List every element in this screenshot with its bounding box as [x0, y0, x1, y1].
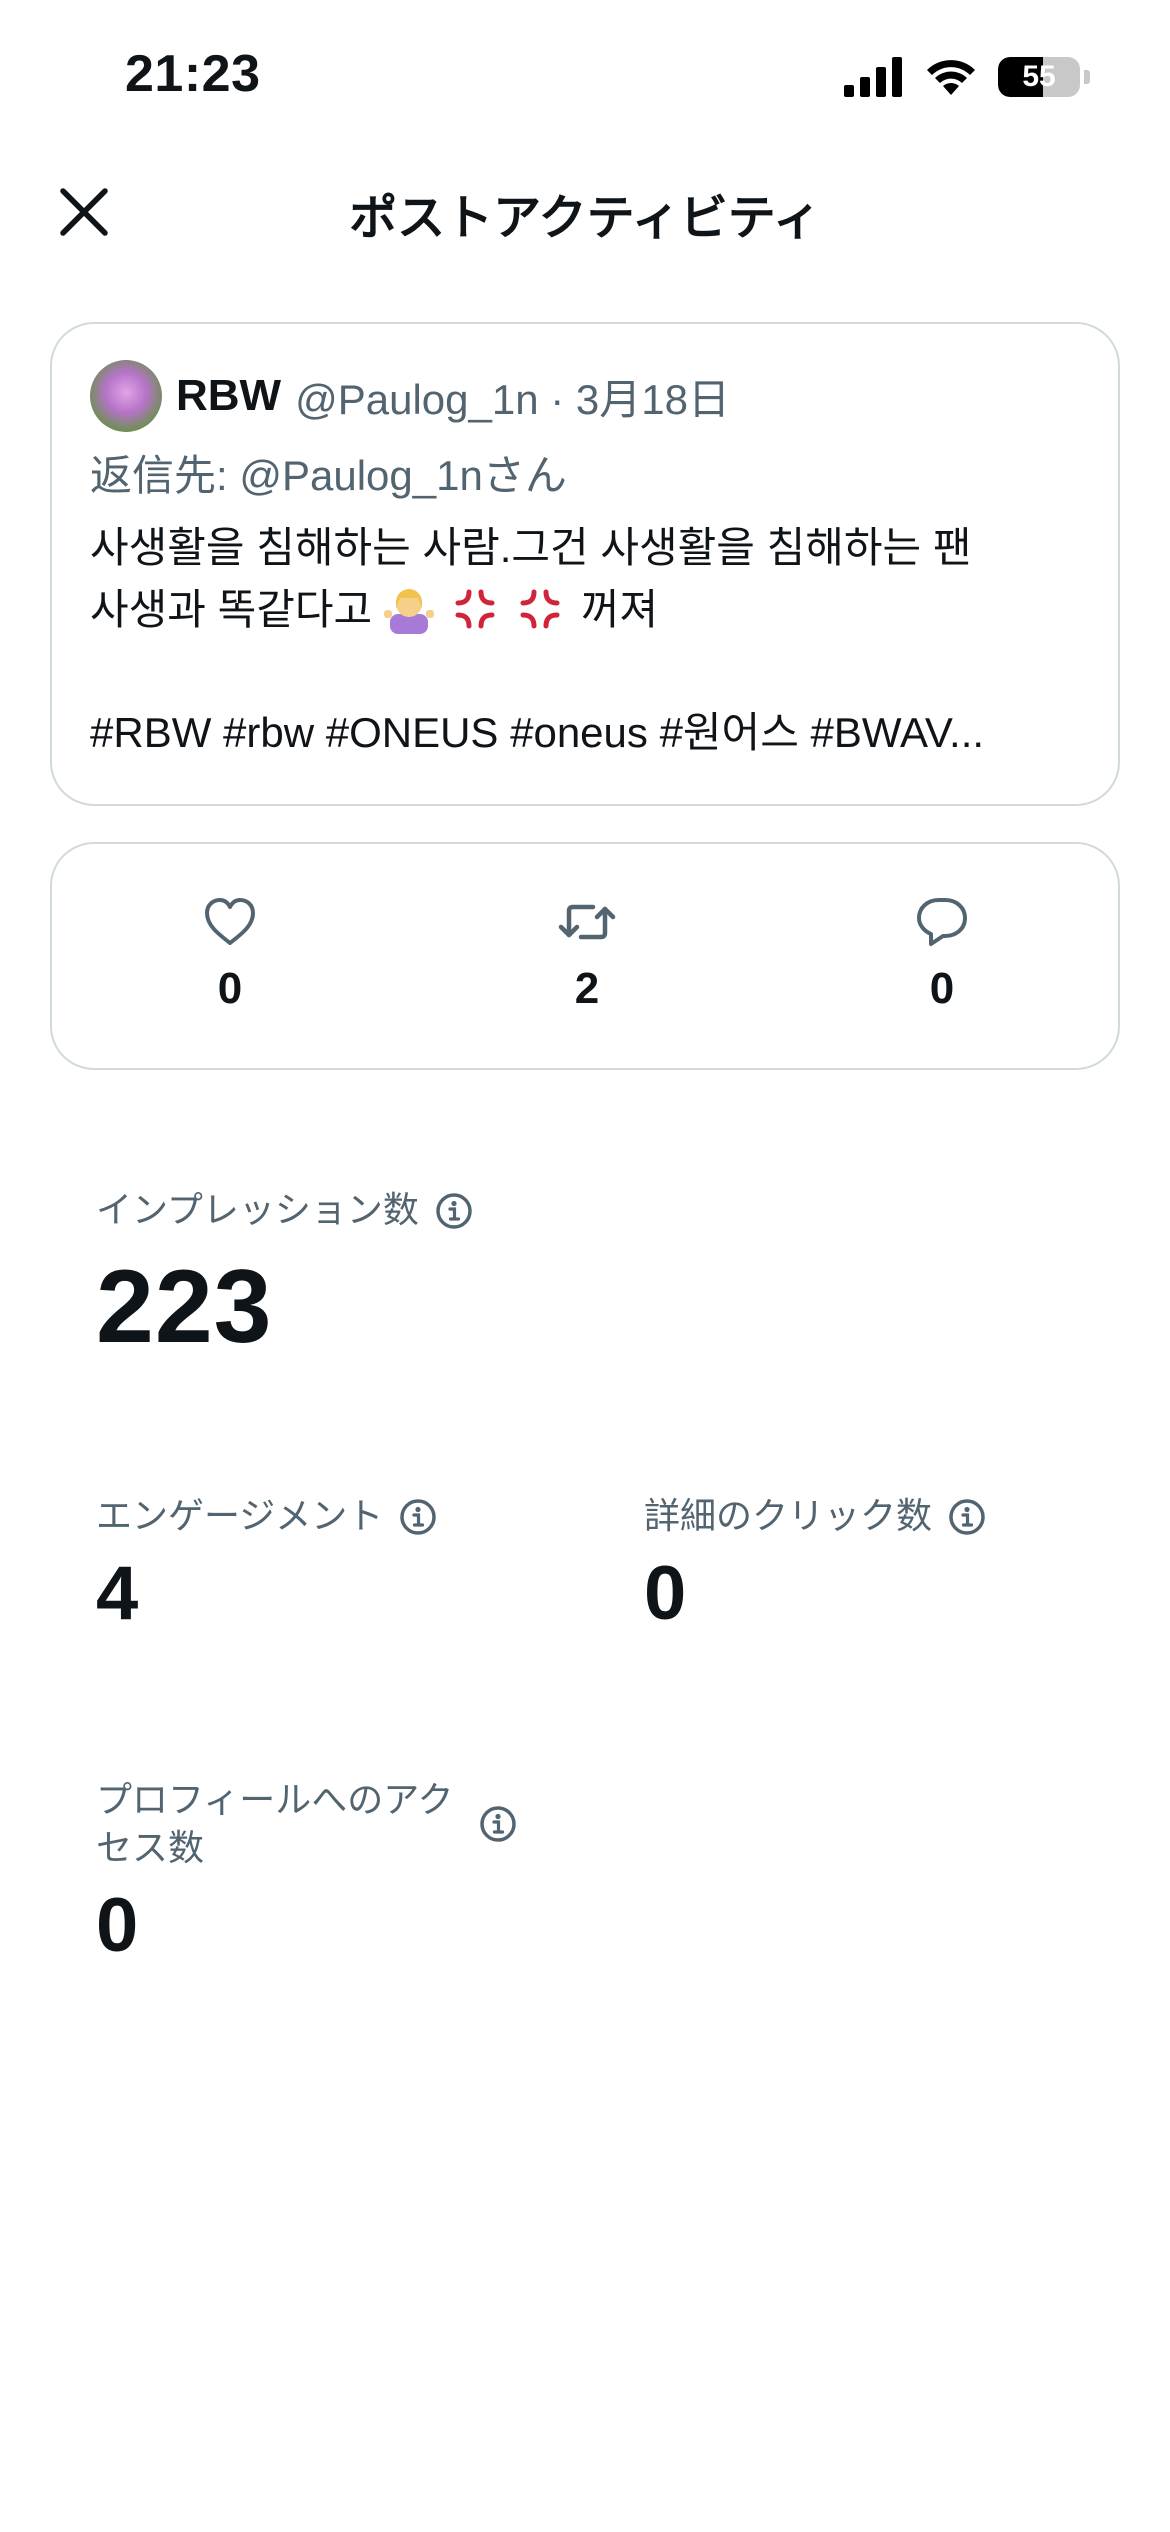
reply-to-label: 返信先: @Paulog_1nさん [90, 452, 567, 499]
engagements-metric: エンゲージメント 4 [96, 1492, 437, 1637]
header: ポストアクティビティ [0, 150, 1170, 270]
reply-stat[interactable]: 0 [862, 894, 1022, 1014]
post-text-line2-start: 사생과 똑같다고 [90, 586, 373, 633]
engagements-label-row: エンゲージメント [96, 1492, 437, 1540]
profile-visits-label-line2: セス数 [96, 1827, 205, 1868]
repost-stat[interactable]: 2 [507, 894, 667, 1014]
heart-icon [205, 898, 255, 945]
info-icon[interactable] [948, 1498, 986, 1536]
reply-icon [917, 898, 967, 946]
post-card[interactable]: RBW @Paulog_1n · 3月18日 返信先: @Paulog_1nさん… [50, 322, 1120, 806]
wifi-icon [927, 60, 975, 95]
post-text-line2: 사생과 똑같다고 꺼져 [90, 579, 1080, 641]
reply-count: 0 [929, 964, 955, 1013]
engagement-card: 0 2 0 [50, 842, 1120, 1070]
detail-clicks-label: 詳細のクリック数 [644, 1495, 933, 1536]
impressions-label-row: インプレッション数 [96, 1186, 473, 1234]
info-icon[interactable] [479, 1805, 517, 1843]
status-time: 21:23 [125, 45, 261, 103]
profile-visits-value: 0 [96, 1883, 139, 1968]
detail-clicks-value: 0 [644, 1551, 687, 1636]
post-header: RBW @Paulog_1n · 3月18日 [90, 360, 1080, 432]
repost-count: 2 [574, 964, 600, 1013]
status-icons: 55 [844, 54, 1090, 100]
anger-symbol-icon [455, 589, 494, 629]
profile-visits-metric: プロフィールへのアク セス数 0 [96, 1776, 517, 1969]
profile-visits-label: プロフィールへのアク セス数 [96, 1776, 453, 1872]
post-hashtags[interactable]: #RBW #rbw #ONEUS #oneus #원어스 #BWAV... [90, 699, 1080, 760]
impressions-label: インプレッション数 [96, 1189, 419, 1230]
shrug-emoji-icon [383, 589, 434, 634]
post-handle-date: @Paulog_1n · 3月18日 [295, 375, 730, 423]
post-text: 사생활을 침해하는 사람.그건 사생활을 침해하는 팬 사생과 똑같다고 꺼져 [90, 517, 1080, 641]
profile-visits-label-line1: プロフィールへのアク [96, 1779, 454, 1820]
battery-percent: 55 [1022, 60, 1056, 93]
post-activity-screen: 21:23 55 ポストアクティビティ RBW @Paulog_1n · 3月1… [0, 0, 1170, 2532]
post-text-line2-end: 꺼져 [580, 586, 659, 633]
battery-icon: 55 [998, 57, 1080, 97]
engagements-value: 4 [96, 1551, 139, 1636]
status-bar: 21:23 55 [0, 0, 1170, 150]
anger-symbol-icon-2 [520, 589, 560, 629]
info-icon[interactable] [435, 1192, 473, 1230]
profile-visits-label-row: プロフィールへのアク セス数 [96, 1776, 517, 1872]
repost-icon [558, 904, 616, 940]
post-author-name: RBW [176, 371, 282, 420]
page-title: ポストアクティビティ [349, 192, 821, 245]
detail-clicks-metric: 詳細のクリック数 0 [644, 1492, 986, 1637]
post-text-line1: 사생활을 침해하는 사람.그건 사생활을 침해하는 팬 [90, 524, 972, 571]
avatar[interactable] [90, 360, 162, 432]
impressions-metric: インプレッション数 223 [96, 1186, 473, 1367]
battery-tip [1084, 70, 1090, 84]
signal-icon [844, 57, 902, 97]
impressions-value: 223 [96, 1249, 273, 1365]
like-stat[interactable]: 0 [150, 894, 310, 1014]
like-count: 0 [217, 964, 243, 1013]
engagements-label: エンゲージメント [96, 1495, 384, 1536]
info-icon[interactable] [399, 1498, 437, 1536]
detail-clicks-label-row: 詳細のクリック数 [644, 1492, 986, 1540]
